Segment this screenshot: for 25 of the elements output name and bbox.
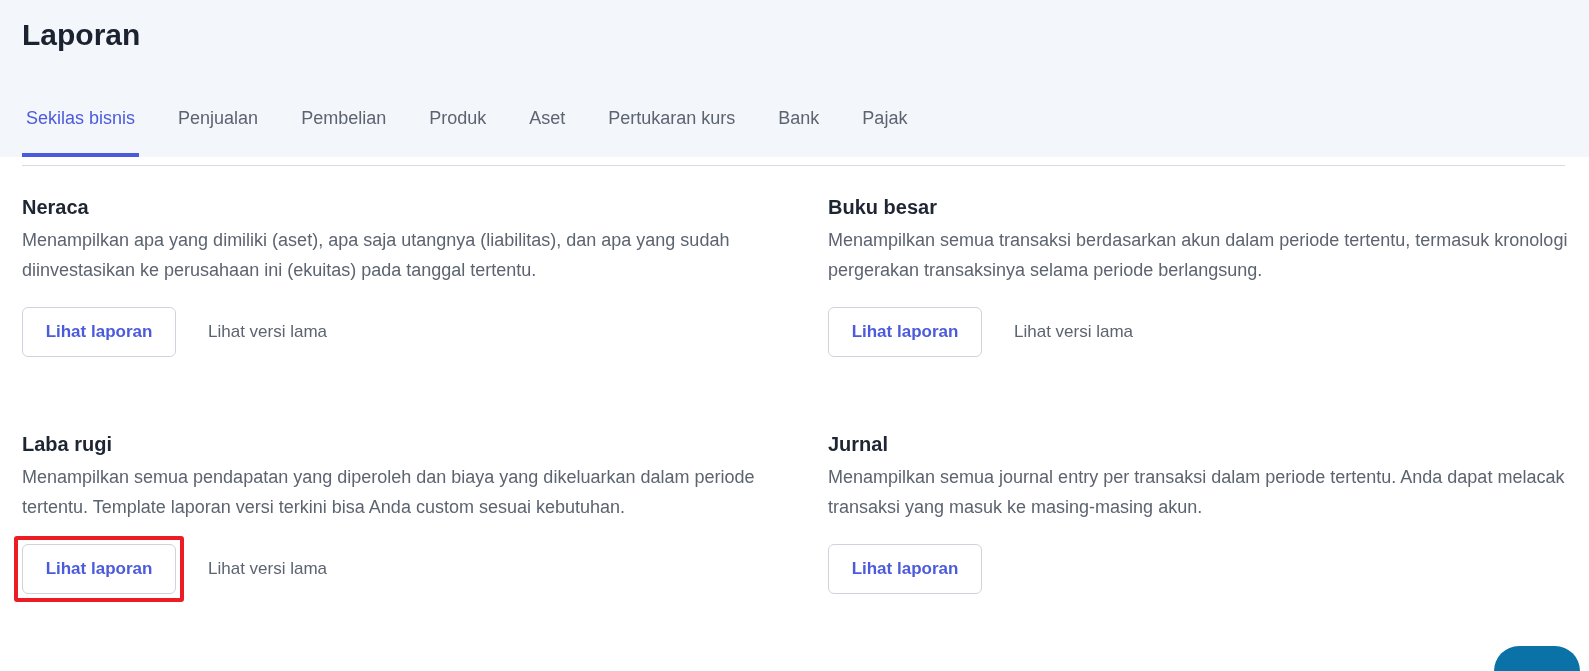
report-title: Jurnal [828,433,890,456]
view-report-button[interactable]: Lihat laporan [828,307,982,357]
tab[interactable]: Aset [525,108,570,157]
tab[interactable]: Bank [774,108,824,157]
old-version-link[interactable]: Lihat versi lama [1014,322,1134,342]
tab[interactable]: Penjualan [174,108,263,157]
tab[interactable]: Sekilas bisnis [22,108,140,157]
report-description: Menampilkan apa yang dimiliki (aset), apa saja utangnya (liabilitas), dan apa yang sudah diinvestasikan ke perusahaan ini (ekuitas) pada tanggal tertentu. [22,229,731,282]
report-description: Menampilkan semua transaksi berdasarkan akun dalam periode tertentu, termasuk kronologi pergerakan transaksinya selama periode berlangsung. [828,229,1569,282]
report-title: Laba rugi [22,433,113,456]
tab[interactable]: Pembelian [297,108,391,157]
tab[interactable]: Produk [425,108,491,157]
view-report-button[interactable]: Lihat laporan [22,307,176,357]
report-title: Buku besar [828,196,938,219]
view-report-button[interactable]: Lihat laporan [22,544,176,594]
tab[interactable]: Pertukaran kurs [604,108,740,157]
report-description: Menampilkan semua journal entry per transaksi dalam periode tertentu. Anda dapat melacak transaksi yang masuk ke masing-masing akun. [828,466,1566,519]
tab[interactable]: Pajak [858,108,912,157]
old-version-link[interactable]: Lihat versi lama [208,322,328,342]
floating-action-button[interactable] [1494,646,1580,671]
old-version-link[interactable]: Lihat versi lama [208,559,328,579]
report-description: Menampilkan semua pendapatan yang diperoleh dan biaya yang dikeluarkan dalam periode tertentu. Template laporan versi terkini bisa Anda custom sesuai kebutuhan. [22,466,756,519]
page-title: Laporan [22,17,142,52]
report-title: Neraca [22,196,90,219]
view-report-button[interactable]: Lihat laporan [828,544,982,594]
